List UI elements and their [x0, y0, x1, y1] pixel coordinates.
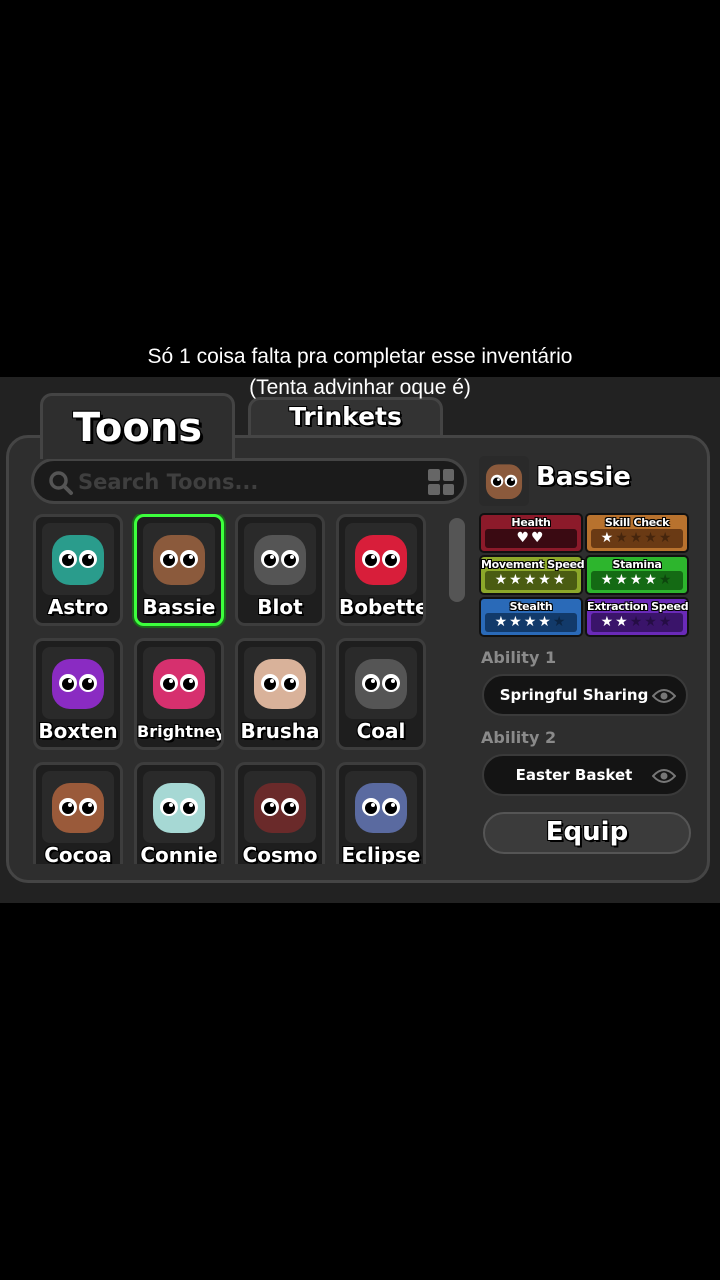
toon-card-brightney[interactable]: Brightney: [134, 638, 224, 750]
search-input[interactable]: [78, 466, 408, 498]
stat-label: Movement Speed: [481, 558, 585, 571]
toon-name: Coal: [356, 719, 406, 743]
toon-name: Connie: [140, 843, 218, 864]
equip-button[interactable]: Equip: [483, 812, 691, 854]
toon-card-boxten[interactable]: Boxten: [33, 638, 123, 750]
toon-name: Bassie: [142, 595, 216, 619]
toon-card-astro[interactable]: Astro: [33, 514, 123, 626]
stat-rating: ★★★★★: [591, 613, 683, 632]
stat-rating: ★★★★★: [485, 613, 577, 632]
toon-card-blot[interactable]: Blot: [235, 514, 325, 626]
selected-toon-name: Bassie: [536, 462, 631, 492]
caption-line-1: Só 1 coisa falta pra completar esse inve…: [147, 345, 573, 368]
stat-rating: ★★★★★: [591, 571, 683, 590]
toon-avatar: [345, 771, 417, 843]
stat-health: Health ♥♥: [479, 513, 583, 553]
toon-card-cosmo[interactable]: Cosmo: [235, 762, 325, 864]
tab-trinkets[interactable]: Trinkets: [248, 397, 443, 437]
stat-extraction-speed: Extraction Speed ★★★★★: [585, 597, 689, 637]
toon-avatar: [244, 771, 316, 843]
toon-name: Bobette: [339, 595, 426, 619]
stat-rating: ★★★★★: [485, 571, 577, 590]
toon-card-bobette[interactable]: Bobette: [336, 514, 426, 626]
toon-card-eclipse[interactable]: Eclipse: [336, 762, 426, 864]
toon-card-brusha[interactable]: Brusha: [235, 638, 325, 750]
ability-1-name: Springful Sharing: [499, 686, 649, 704]
toon-name: Cosmo: [242, 843, 318, 864]
selected-toon-avatar: [479, 456, 529, 506]
stat-label: Extraction Speed: [587, 600, 689, 613]
toon-grid: Astro Bassie Blot Bobette Boxten Brightney Bru…: [33, 514, 443, 864]
toon-card-cocoa[interactable]: Cocoa: [33, 762, 123, 864]
stat-movement-speed: Movement Speed ★★★★★: [479, 555, 585, 595]
toon-name: Boxten: [38, 719, 118, 743]
stat-skill-check: Skill Check ★★★★★: [585, 513, 689, 553]
grid-view-icon[interactable]: [428, 469, 454, 495]
toon-name: Astro: [47, 595, 109, 619]
ability-2-name: Easter Basket: [515, 766, 633, 784]
stat-label: Health: [511, 516, 551, 529]
stat-label: Stamina: [612, 558, 662, 571]
toon-avatar: [143, 523, 215, 595]
eye-icon[interactable]: [652, 688, 676, 704]
toon-name: Blot: [257, 595, 303, 619]
tab-toons[interactable]: Toons: [40, 393, 235, 459]
caption-line-2: (Tenta advinhar oque é): [249, 376, 471, 399]
stat-label: Stealth: [509, 600, 553, 613]
toon-name: Brightney: [137, 722, 224, 741]
ability-2-label: Ability 2: [481, 728, 557, 747]
toon-avatar: [143, 771, 215, 843]
inventory-panel: Astro Bassie Blot Bobette Boxten Brightney Bru…: [6, 435, 710, 883]
stat-label: Skill Check: [604, 516, 670, 529]
game-inventory-screen: Trinkets Toons Astro Bassie Blot Bobette Box…: [0, 377, 720, 903]
search-bar[interactable]: [31, 458, 467, 504]
toon-name: Cocoa: [44, 843, 112, 864]
toon-avatar: [244, 523, 316, 595]
ability-2-button[interactable]: Easter Basket: [482, 754, 688, 796]
stats-grid: Health ♥♥ Skill Check ★★★★★ Movement Speed ★★…: [479, 513, 691, 639]
toon-card-coal[interactable]: Coal: [336, 638, 426, 750]
toon-avatar: [42, 523, 114, 595]
toon-avatar: [345, 647, 417, 719]
stat-stealth: Stealth ★★★★★: [479, 597, 583, 637]
toon-card-connie[interactable]: Connie: [134, 762, 224, 864]
toon-name: Brusha: [240, 719, 320, 743]
eye-icon[interactable]: [652, 768, 676, 784]
toon-card-bassie[interactable]: Bassie: [134, 514, 224, 626]
toon-avatar: [244, 647, 316, 719]
toon-avatar: [345, 523, 417, 595]
search-icon: [49, 471, 73, 495]
toon-avatar: [42, 647, 114, 719]
ability-1-label: Ability 1: [481, 648, 557, 667]
stat-rating: ★★★★★: [591, 529, 683, 548]
stat-rating: ♥♥: [485, 529, 577, 548]
ability-1-button[interactable]: Springful Sharing: [482, 674, 688, 716]
stat-stamina: Stamina ★★★★★: [585, 555, 689, 595]
toon-avatar: [42, 771, 114, 843]
scrollbar[interactable]: [449, 518, 465, 602]
toon-avatar: [143, 647, 215, 719]
toon-name: Eclipse: [341, 843, 421, 864]
